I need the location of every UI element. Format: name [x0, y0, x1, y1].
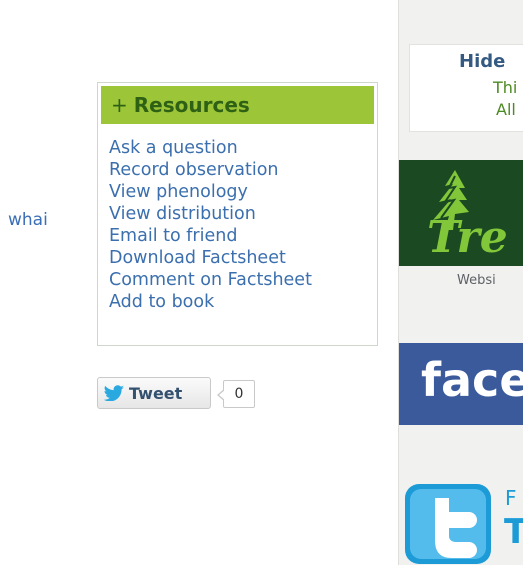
- resources-title: Resources: [133, 93, 250, 117]
- resource-link-email-friend[interactable]: Email to friend: [109, 225, 377, 247]
- twitter-bird-icon: [103, 385, 124, 401]
- trees-logo-banner[interactable]: Tre: [399, 160, 523, 266]
- hide-box-line-3: All: [496, 100, 516, 119]
- twitter-follow-block[interactable]: F T: [405, 484, 523, 565]
- trees-logo-text: Tre: [427, 212, 508, 263]
- truncated-link[interactable]: whai: [8, 210, 48, 230]
- resource-link-view-phenology[interactable]: View phenology: [109, 181, 377, 203]
- resources-list: Ask a question Record observation View p…: [98, 127, 377, 313]
- resource-link-download-factsheet[interactable]: Download Factsheet: [109, 247, 377, 269]
- twitter-follow-text: F: [505, 486, 517, 510]
- facebook-logo-text: face: [421, 353, 523, 407]
- twitter-logo-text: T: [504, 512, 523, 552]
- tweet-button[interactable]: Tweet: [97, 377, 211, 409]
- hide-box-line-2: Thi: [493, 78, 518, 97]
- hide-link[interactable]: Hide: [459, 51, 505, 72]
- resource-link-add-to-book[interactable]: Add to book: [109, 291, 377, 313]
- tweet-label: Tweet: [129, 383, 183, 403]
- twitter-t-icon: [405, 484, 495, 565]
- resources-header[interactable]: + Resources: [101, 86, 374, 124]
- website-caption[interactable]: Websi: [457, 273, 496, 288]
- resource-link-ask-question[interactable]: Ask a question: [109, 137, 377, 159]
- resource-link-record-observation[interactable]: Record observation: [109, 159, 377, 181]
- tweet-count-value: 0: [234, 386, 244, 402]
- hide-box: Hide Thi All: [409, 44, 523, 132]
- resource-link-view-distribution[interactable]: View distribution: [109, 203, 377, 225]
- tweet-count: 0: [217, 380, 255, 408]
- resource-link-comment-factsheet[interactable]: Comment on Factsheet: [109, 269, 377, 291]
- page: whai + Resources Ask a question Record o…: [0, 0, 523, 565]
- facebook-logo-banner[interactable]: face: [399, 343, 523, 425]
- right-sidebar: Hide Thi All Tre Websi face F: [398, 0, 523, 565]
- resources-box: + Resources Ask a question Record observ…: [97, 82, 378, 346]
- expand-plus-icon: +: [111, 93, 128, 117]
